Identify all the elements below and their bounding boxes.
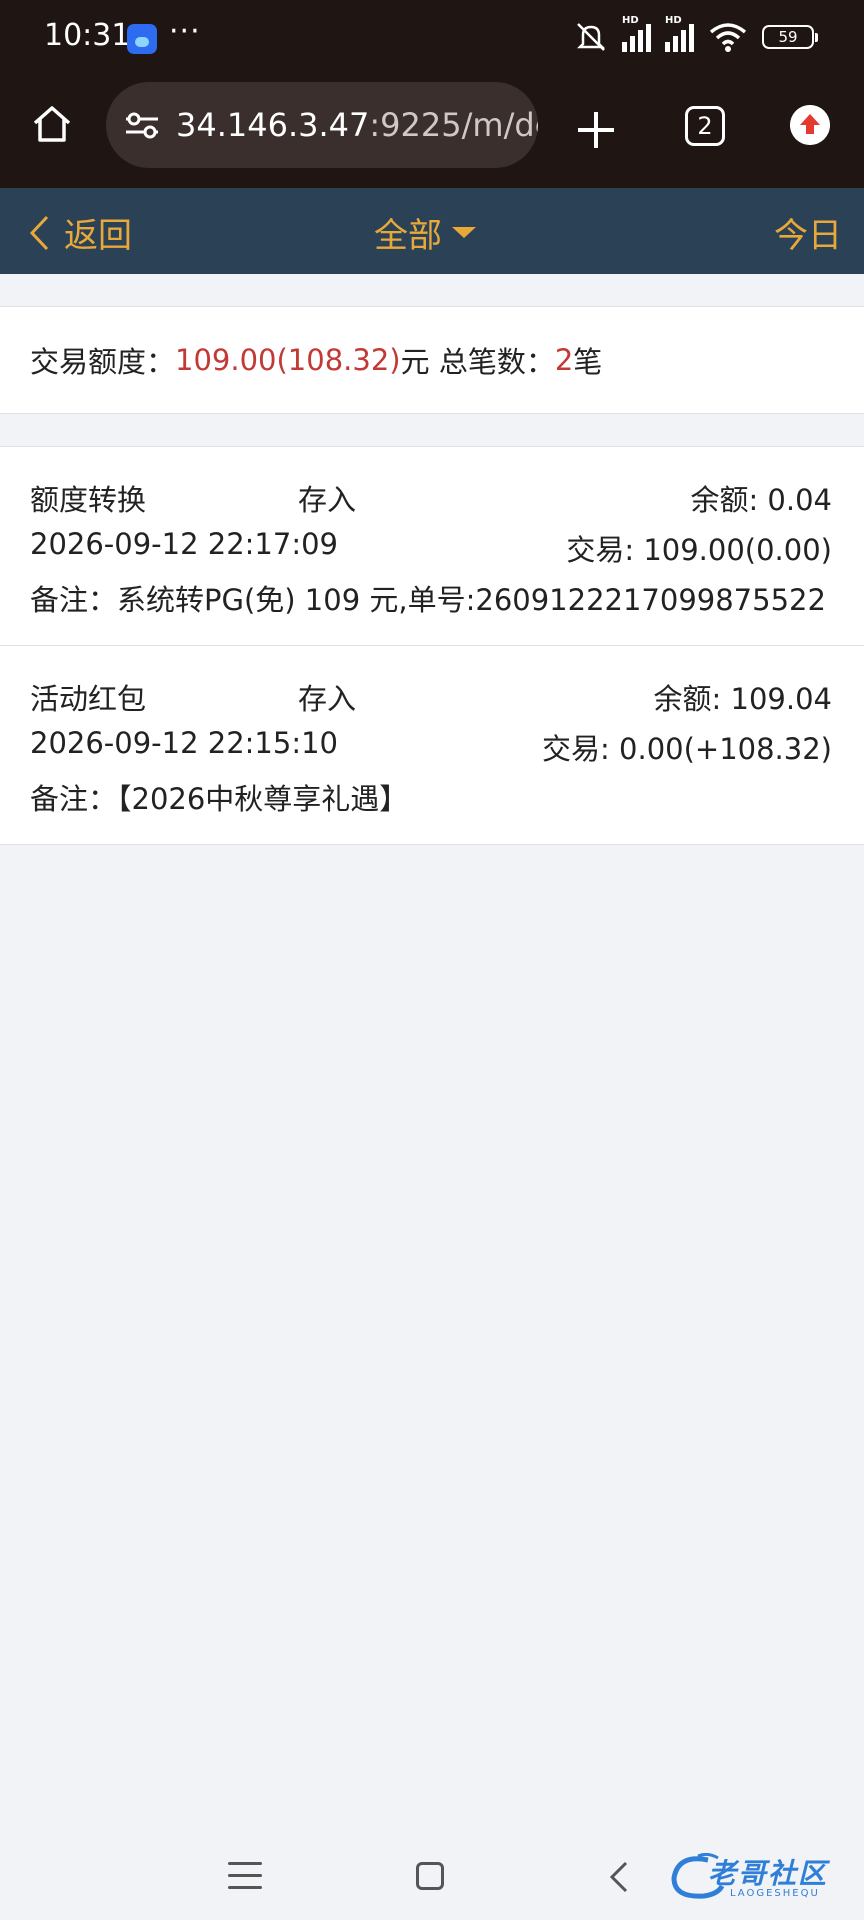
today-button[interactable]: 今日 (774, 208, 842, 257)
record-direction: 存入 (298, 483, 357, 517)
battery-level: 59 (778, 28, 798, 46)
record-balance: 余额: 109.04 (653, 682, 832, 716)
record-category: 额度转换 (30, 483, 147, 517)
car-forum-app-icon (127, 24, 157, 54)
amount-unit: 元 (400, 345, 430, 379)
record-direction: 存入 (298, 682, 357, 716)
status-time: 10:31 (44, 18, 131, 53)
record-note: 备注：【2026中秋尊享礼遇】 (30, 782, 409, 816)
amount-label: 交易额度： (30, 345, 176, 379)
status-icons: HD HD 59 (574, 15, 818, 54)
browser-toolbar: 34.146.3.47:9225/m/de 2 (0, 80, 864, 188)
battery-icon: 59 (762, 25, 818, 49)
tab-switcher-button[interactable]: 2 (685, 106, 725, 146)
update-icon[interactable] (790, 105, 830, 145)
filter-dropdown[interactable]: 全部 (374, 208, 476, 257)
count-value: 2 (554, 343, 574, 377)
signal-strength-icon: HD (622, 15, 651, 52)
filter-label: 全部 (374, 216, 442, 256)
wifi-icon (709, 23, 747, 52)
system-back-icon[interactable] (604, 1860, 634, 1894)
back-label: 返回 (64, 216, 132, 256)
more-notifications-icon: ··· (169, 14, 201, 49)
watermark-text: 老哥社区 (708, 1857, 829, 1890)
home-icon[interactable] (30, 102, 74, 146)
watermark-logo: 老哥社区 LAOGESHEQU (668, 1846, 854, 1906)
count-unit: 笔 (573, 345, 603, 379)
count-label: 总笔数： (429, 345, 555, 379)
record-time: 2026-09-12 22:15:10 (30, 726, 338, 760)
status-bar: 10:31 ··· HD HD 59 (0, 0, 864, 80)
url-host: 34.146.3.47 (176, 106, 370, 144)
record-balance: 余额: 0.04 (690, 483, 832, 517)
system-navigation-bar: 老哥社区 LAOGESHEQU (0, 1830, 864, 1920)
record-trade: 交易: 0.00(+108.32) (542, 732, 832, 766)
record-time: 2026-09-12 22:17:09 (30, 527, 338, 561)
tab-count: 2 (697, 112, 713, 140)
amount-value: 109.00(108.32) (175, 343, 401, 377)
address-bar[interactable]: 34.146.3.47:9225/m/de (106, 82, 538, 168)
url-text[interactable]: 34.146.3.47:9225/m/de (176, 106, 538, 144)
watermark-subtext: LAOGESHEQU (730, 1888, 820, 1899)
home-square-icon[interactable] (416, 1862, 444, 1890)
signal-hd-label: HD (622, 15, 639, 26)
site-settings-icon[interactable] (124, 110, 160, 140)
chevron-left-icon (29, 215, 49, 250)
caret-down-icon (452, 227, 476, 238)
back-button[interactable]: 返回 (28, 208, 132, 257)
recent-apps-icon[interactable] (228, 1862, 262, 1890)
page-header: 返回 全部 今日 (0, 188, 864, 274)
list-item[interactable]: 活动红包 存入 余额: 109.04 2026-09-12 22:15:10 交… (0, 646, 864, 845)
signal-hd-label-2: HD (665, 15, 682, 26)
new-tab-icon[interactable] (572, 106, 620, 154)
muted-bell-icon (576, 23, 606, 51)
list-item[interactable]: 额度转换 存入 余额: 0.04 2026-09-12 22:17:09 交易:… (0, 447, 864, 646)
summary-panel: 交易额度： 109.00(108.32) 元 总笔数： 2 笔 (0, 306, 864, 414)
url-path: :9225/m/de (369, 106, 538, 144)
record-category: 活动红包 (30, 682, 147, 716)
signal-strength-icon-2: HD (665, 15, 694, 52)
record-note: 备注：系统转PG(免) 109 元,单号:2609122217099875522 (30, 583, 826, 617)
record-trade: 交易: 109.00(0.00) (566, 533, 832, 567)
transaction-list: 额度转换 存入 余额: 0.04 2026-09-12 22:17:09 交易:… (0, 446, 864, 845)
